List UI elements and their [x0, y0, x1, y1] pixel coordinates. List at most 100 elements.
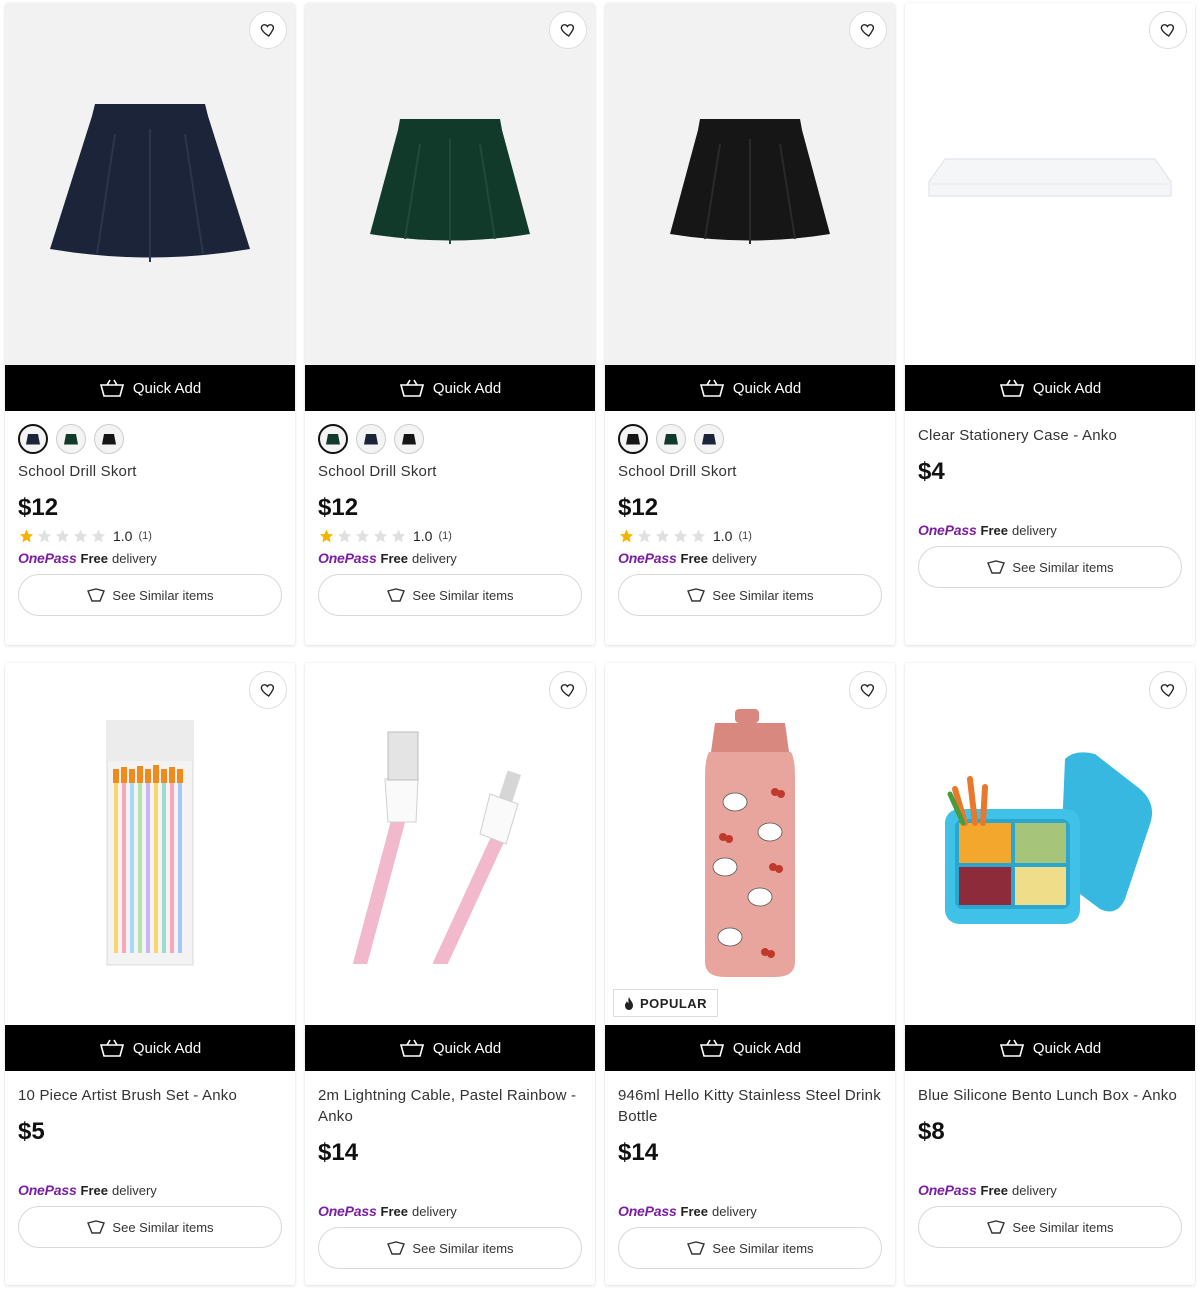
product-price: $14 [618, 1139, 659, 1166]
quick-add-label: Quick Add [1032, 1039, 1102, 1057]
quick-add-button[interactable]: Quick Add [5, 365, 295, 411]
swatch-black[interactable] [394, 424, 424, 454]
onepass-logo: OnePass [918, 522, 977, 538]
product-price: $14 [318, 1139, 359, 1166]
onepass-delivery: OnePass Free delivery [18, 550, 282, 566]
product-grid: Quick Add School Drill Skort $12 1.0 (1) [0, 0, 1200, 1293]
see-similar-label: See Similar items [1012, 559, 1114, 575]
wishlist-button[interactable] [249, 671, 287, 709]
quick-add-label: Quick Add [432, 379, 502, 397]
heart-icon [560, 24, 575, 37]
product-price: $8 [918, 1118, 945, 1145]
product-title[interactable]: School Drill Skort [618, 461, 882, 482]
wishlist-button[interactable] [549, 671, 587, 709]
product-image-area[interactable] [905, 3, 1195, 365]
quick-add-button[interactable]: Quick Add [605, 1025, 895, 1071]
onepass-logo: OnePass [618, 550, 677, 566]
quick-add-button[interactable]: Quick Add [5, 1025, 295, 1071]
swatch-navy[interactable] [694, 424, 724, 454]
product-image-area[interactable] [305, 3, 595, 365]
product-title[interactable]: 10 Piece Artist Brush Set - Anko [18, 1085, 282, 1106]
flame-icon [625, 996, 633, 1010]
product-card[interactable]: Quick Add Clear Stationery Case - Anko $… [905, 3, 1195, 645]
product-title[interactable]: Blue Silicone Bento Lunch Box - Anko [918, 1085, 1182, 1106]
product-title[interactable]: Clear Stationery Case - Anko [918, 425, 1182, 446]
product-card[interactable]: Quick Add Blue Silicone Bento Lunch Box … [905, 663, 1195, 1285]
product-card[interactable]: Quick Add School Drill Skort $12 1.0 (1) [605, 3, 895, 645]
quick-add-button[interactable]: Quick Add [605, 365, 895, 411]
swatch-green[interactable] [656, 424, 686, 454]
quick-add-button[interactable]: Quick Add [905, 1025, 1195, 1071]
basket-icon [699, 1039, 724, 1057]
see-similar-button[interactable]: See Similar items [18, 1206, 282, 1248]
see-similar-button[interactable]: See Similar items [618, 574, 882, 616]
delivery-label: delivery [112, 1183, 157, 1198]
product-image-area[interactable] [605, 3, 895, 365]
product-title[interactable]: School Drill Skort [318, 461, 582, 482]
product-price: $12 [18, 494, 59, 521]
similar-icon [387, 588, 406, 602]
rating-value: 1.0 [113, 528, 133, 544]
free-label: Free [680, 551, 708, 566]
wishlist-button[interactable] [549, 11, 587, 49]
onepass-logo: OnePass [618, 1203, 677, 1219]
product-image-area[interactable] [905, 663, 1195, 1025]
see-similar-button[interactable]: See Similar items [918, 1206, 1182, 1248]
popular-label: POPULAR [640, 995, 708, 1011]
swatch-navy[interactable] [18, 424, 48, 454]
quick-add-button[interactable]: Quick Add [305, 365, 595, 411]
heart-icon [860, 24, 875, 37]
wishlist-button[interactable] [849, 671, 887, 709]
swatch-green[interactable] [56, 424, 86, 454]
see-similar-button[interactable]: See Similar items [318, 574, 582, 616]
onepass-delivery: OnePass Free delivery [618, 550, 882, 566]
quick-add-button[interactable]: Quick Add [305, 1025, 595, 1071]
product-image-area[interactable]: POPULAR [605, 663, 895, 1025]
rating-count: (1) [738, 530, 752, 542]
product-image-area[interactable] [305, 663, 595, 1025]
star-icon [391, 529, 406, 543]
product-rating: 1.0 (1) [618, 528, 882, 544]
star-icon [655, 529, 670, 543]
quick-add-label: Quick Add [732, 1039, 802, 1057]
see-similar-button[interactable]: See Similar items [18, 574, 282, 616]
wishlist-button[interactable] [249, 11, 287, 49]
star-icon [319, 529, 334, 543]
similar-icon [987, 1220, 1006, 1234]
product-card[interactable]: Quick Add 10 Piece Artist Brush Set - An… [5, 663, 295, 1285]
product-price: $12 [618, 494, 659, 521]
delivery-label: delivery [412, 1204, 457, 1219]
popular-badge: POPULAR [613, 989, 719, 1017]
free-label: Free [980, 523, 1008, 538]
product-rating: 1.0 (1) [18, 528, 282, 544]
product-card[interactable]: POPULAR Quick Add 946ml Hello Kitty Stai… [605, 663, 895, 1285]
product-title[interactable]: 946ml Hello Kitty Stainless Steel Drink … [618, 1085, 882, 1127]
basket-icon [99, 379, 124, 397]
product-image-area[interactable] [5, 3, 295, 365]
product-title[interactable]: School Drill Skort [18, 461, 282, 482]
product-card[interactable]: Quick Add School Drill Skort $12 1.0 (1) [5, 3, 295, 645]
see-similar-button[interactable]: See Similar items [918, 546, 1182, 588]
basket-icon [399, 1039, 424, 1057]
delivery-label: delivery [1012, 1183, 1057, 1198]
product-image-skort-navy [50, 104, 250, 262]
swatch-black[interactable] [618, 424, 648, 454]
product-card[interactable]: Quick Add 2m Lightning Cable, Pastel Rai… [305, 663, 595, 1285]
swatch-navy[interactable] [356, 424, 386, 454]
product-image-area[interactable] [5, 663, 295, 1025]
product-title[interactable]: 2m Lightning Cable, Pastel Rainbow - Ank… [318, 1085, 582, 1127]
product-image-skort-black [670, 119, 830, 244]
quick-add-label: Quick Add [132, 379, 202, 397]
onepass-logo: OnePass [318, 550, 377, 566]
swatch-green[interactable] [318, 424, 348, 454]
wishlist-button[interactable] [1149, 11, 1187, 49]
swatch-black[interactable] [94, 424, 124, 454]
rating-count: (1) [138, 530, 152, 542]
wishlist-button[interactable] [1149, 671, 1187, 709]
see-similar-button[interactable]: See Similar items [318, 1227, 582, 1269]
see-similar-button[interactable]: See Similar items [618, 1227, 882, 1269]
product-card[interactable]: Quick Add School Drill Skort $12 1.0 (1) [305, 3, 595, 645]
wishlist-button[interactable] [849, 11, 887, 49]
quick-add-button[interactable]: Quick Add [905, 365, 1195, 411]
see-similar-label: See Similar items [412, 587, 514, 603]
